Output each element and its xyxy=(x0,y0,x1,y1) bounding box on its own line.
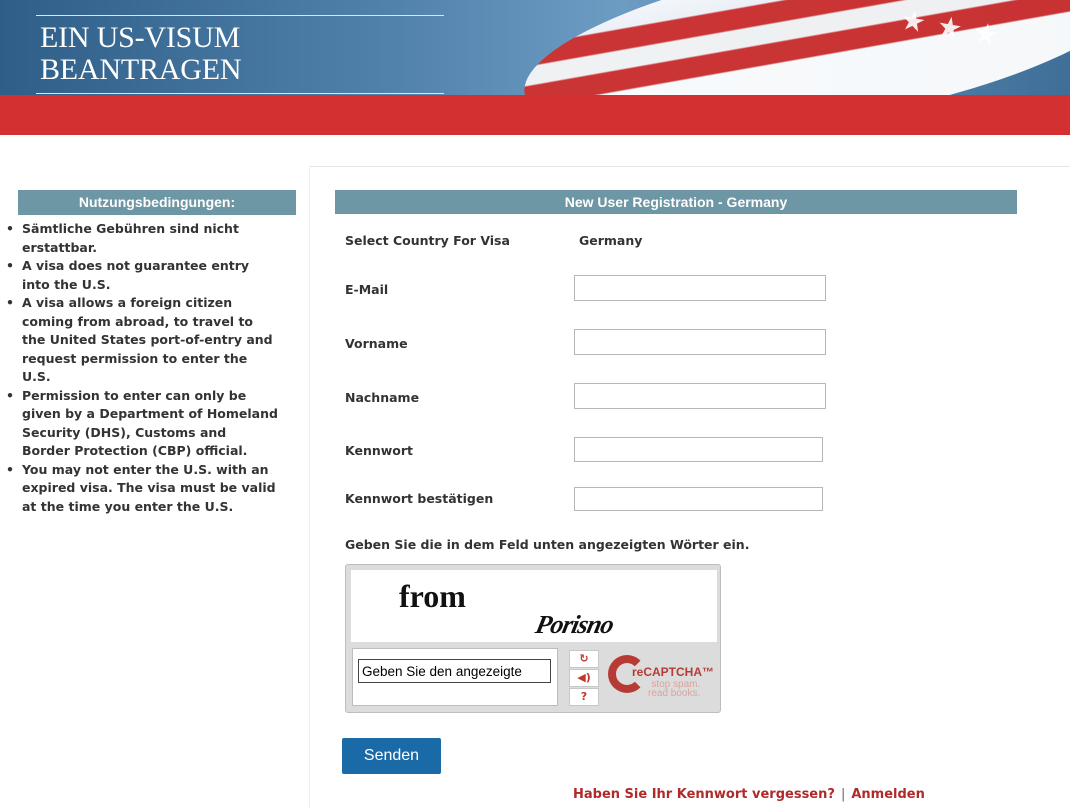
header-rule-bottom xyxy=(36,93,444,94)
lastname-label: Nachname xyxy=(345,390,420,405)
site-title-line1: EIN US-VISUM xyxy=(40,21,241,54)
captcha-image: from Porisno xyxy=(351,570,717,642)
captcha-answer-input[interactable] xyxy=(358,659,551,683)
terms-list: Sämtliche Gebühren sind nicht erstattbar… xyxy=(0,220,300,516)
captcha-word-2: Porisno xyxy=(533,610,617,639)
confirm-password-field[interactable] xyxy=(574,487,823,511)
site-title: EIN US-VISUM BEANTRAGEN xyxy=(40,21,242,86)
footer-links: Haben Sie Ihr Kennwort vergessen? | Anmeld… xyxy=(573,787,925,802)
header-rule-top xyxy=(36,15,444,16)
password-field[interactable] xyxy=(574,437,823,462)
country-value: Germany xyxy=(579,233,643,248)
lastname-field[interactable] xyxy=(574,383,826,409)
terms-heading: Nutzungsbedingungen: xyxy=(18,190,296,215)
password-label: Kennwort xyxy=(345,443,414,458)
confirm-password-label: Kennwort bestätigen xyxy=(345,491,494,506)
terms-item: Permission to enter can only be given by… xyxy=(0,387,278,461)
site-header: ★★★ EIN US-VISUM BEANTRAGEN xyxy=(0,0,1070,95)
registration-heading: New User Registration - Germany xyxy=(335,190,1017,214)
captcha-prompt: Geben Sie die in dem Feld unten angezeig… xyxy=(345,537,750,552)
forgot-password-link[interactable]: Haben Sie Ihr Kennwort vergessen? xyxy=(573,787,835,802)
help-icon[interactable]: ? xyxy=(569,688,599,706)
firstname-field[interactable] xyxy=(574,329,826,355)
country-label: Select Country For Visa xyxy=(345,233,510,248)
recaptcha-widget: from Porisno ↻ ◀) ? reCAPTCHA™ stop spam… xyxy=(345,564,721,713)
terms-item: Sämtliche Gebühren sind nicht erstattbar… xyxy=(0,220,278,257)
email-field[interactable] xyxy=(574,275,826,301)
recaptcha-tagline-2: read books. xyxy=(648,688,701,699)
captcha-word-1: from xyxy=(399,578,466,614)
terms-item: A visa does not guarantee entry into the… xyxy=(0,257,278,294)
content-divider xyxy=(309,166,1070,167)
firstname-label: Vorname xyxy=(345,336,408,351)
terms-panel: Nutzungsbedingungen: Sämtliche Gebühren … xyxy=(0,190,300,516)
recaptcha-tagline: stop spam. read books. xyxy=(648,680,701,699)
terms-item: A visa allows a foreign citizen coming f… xyxy=(0,294,278,387)
recaptcha-logo: reCAPTCHA™ stop spam. read books. xyxy=(608,651,714,705)
reload-icon[interactable]: ↻ xyxy=(569,650,599,668)
header-red-bar xyxy=(0,95,1070,135)
site-title-line2: BEANTRAGEN xyxy=(40,53,242,86)
audio-icon[interactable]: ◀) xyxy=(569,669,599,687)
recaptcha-brand: reCAPTCHA™ xyxy=(632,665,715,679)
email-label: E-Mail xyxy=(345,282,389,297)
link-separator: | xyxy=(840,787,846,802)
submit-button[interactable]: Senden xyxy=(342,738,441,774)
column-divider xyxy=(309,166,310,809)
terms-item: You may not enter the U.S. with an expir… xyxy=(0,461,278,517)
login-link[interactable]: Anmelden xyxy=(851,787,925,802)
